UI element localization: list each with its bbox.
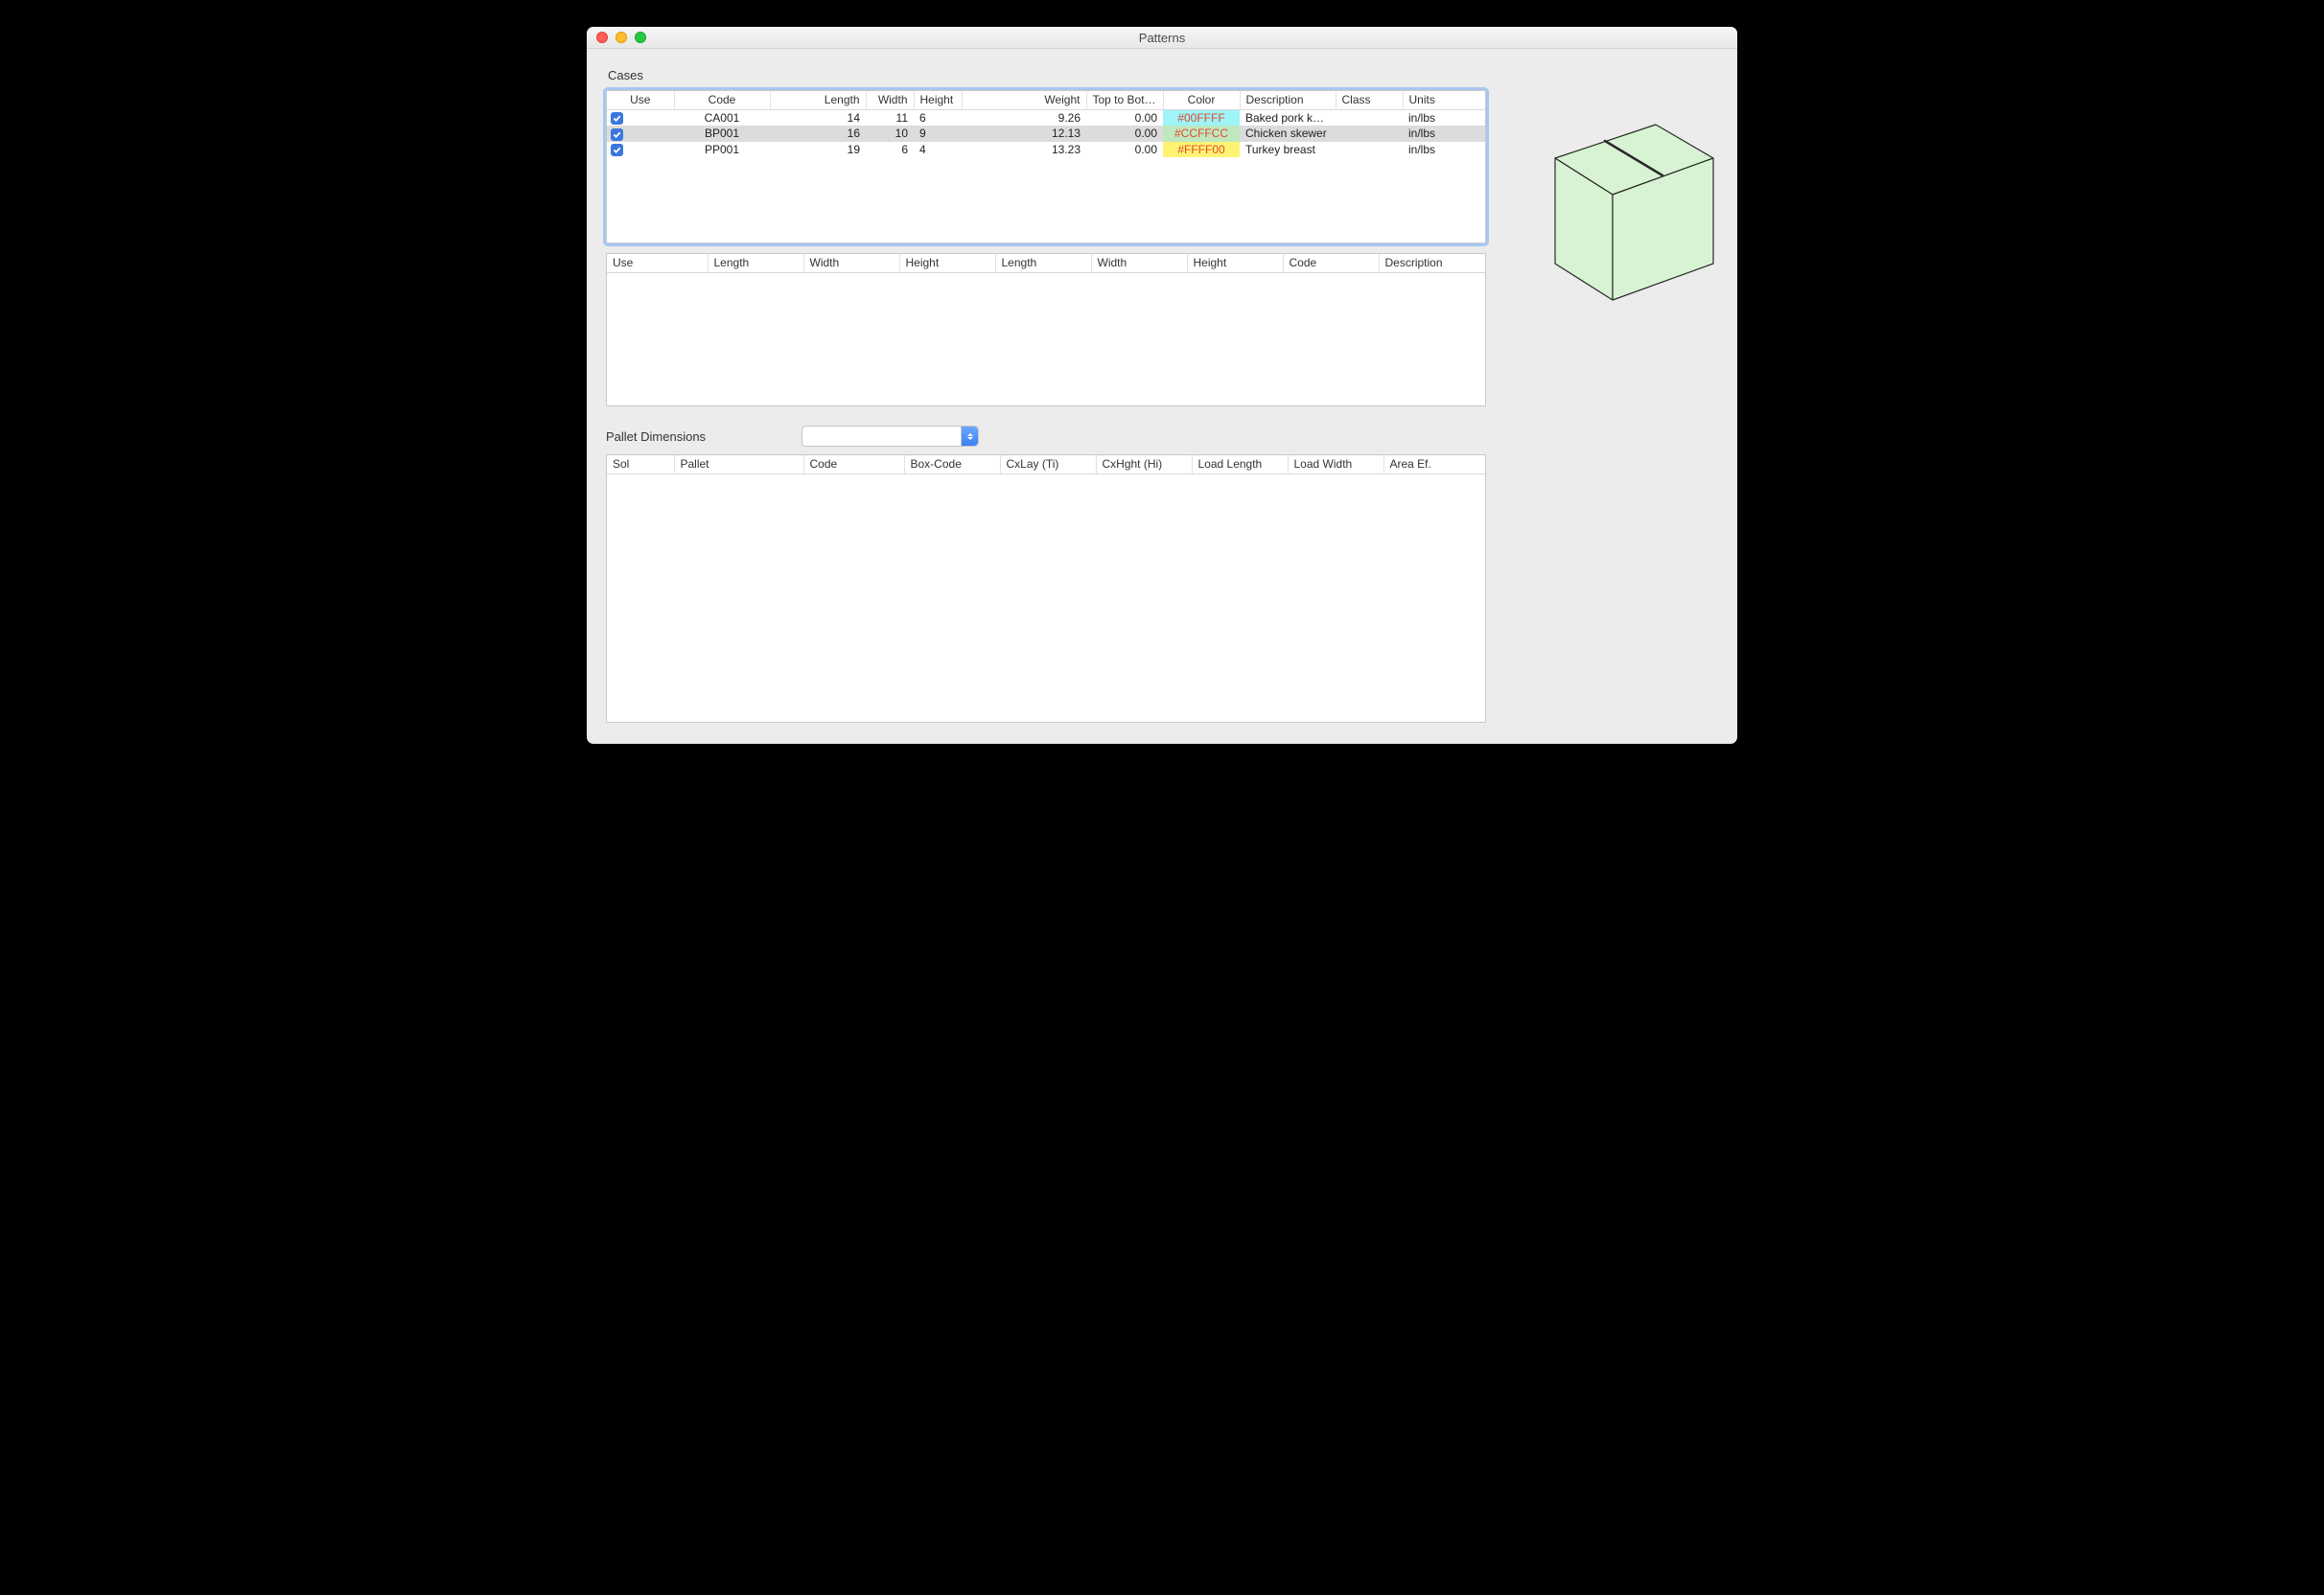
col3-boxcode[interactable]: Box-Code <box>904 455 1000 474</box>
cell-width: 10 <box>866 126 914 141</box>
col3-loadlen[interactable]: Load Length <box>1192 455 1288 474</box>
col2-width[interactable]: Width <box>803 254 899 273</box>
cell-code: PP001 <box>674 142 770 157</box>
cell-code: CA001 <box>674 110 770 127</box>
col2-length2[interactable]: Length <box>995 254 1091 273</box>
col-color[interactable]: Color <box>1163 91 1240 110</box>
checkbox-icon[interactable] <box>611 144 623 156</box>
updown-icon <box>961 427 978 446</box>
cell-use[interactable] <box>607 110 674 127</box>
cell-class <box>1336 142 1403 157</box>
cell-width: 6 <box>866 142 914 157</box>
case-preview-icon <box>1498 110 1718 321</box>
cell-length: 16 <box>770 126 866 141</box>
cell-weight: 12.13 <box>962 126 1086 141</box>
col2-width2[interactable]: Width <box>1091 254 1187 273</box>
cell-description: Chicken skewer <box>1240 126 1336 141</box>
col-weight[interactable]: Weight <box>962 91 1086 110</box>
cell-color: #CCFFCC <box>1163 126 1240 141</box>
col3-pallet[interactable]: Pallet <box>674 455 803 474</box>
cell-weight: 13.23 <box>962 142 1086 157</box>
table-row[interactable]: CA001141169.260.00#00FFFFBaked pork knuc… <box>607 110 1486 127</box>
col-description[interactable]: Description <box>1240 91 1336 110</box>
checkbox-icon[interactable] <box>611 128 623 141</box>
cell-topbott: 0.00 <box>1086 126 1163 141</box>
cell-color: #FFFF00 <box>1163 142 1240 157</box>
cell-weight: 9.26 <box>962 110 1086 127</box>
table-row[interactable]: BP0011610912.130.00#CCFFCCChicken skewer… <box>607 126 1486 141</box>
col3-areaef[interactable]: Area Ef. <box>1383 455 1486 474</box>
window-traffic-lights <box>587 32 646 43</box>
pallet-label: Pallet Dimensions <box>606 429 706 444</box>
cell-class <box>1336 110 1403 127</box>
table-row[interactable]: PP001196413.230.00#FFFF00Turkey breast in… <box>607 142 1486 157</box>
cell-width: 11 <box>866 110 914 127</box>
cell-code: BP001 <box>674 126 770 141</box>
cell-class <box>1336 126 1403 141</box>
pallet-table-panel[interactable]: Sol Pallet Code Box-Code CxLay (Ti) CxHg… <box>606 454 1486 723</box>
cell-topbott: 0.00 <box>1086 142 1163 157</box>
col3-loadwid[interactable]: Load Width <box>1288 455 1383 474</box>
col-length[interactable]: Length <box>770 91 866 110</box>
window-title: Patterns <box>587 31 1737 45</box>
secondary-table-panel[interactable]: Use Length Width Height Length Width Hei… <box>606 253 1486 406</box>
col2-length[interactable]: Length <box>708 254 803 273</box>
cell-topbott: 0.00 <box>1086 110 1163 127</box>
col3-sol[interactable]: Sol <box>607 455 674 474</box>
cases-label: Cases <box>608 68 1486 82</box>
cases-table-panel[interactable]: Use Code Length Width Height Weight Top … <box>606 90 1486 243</box>
col-width[interactable]: Width <box>866 91 914 110</box>
cell-length: 14 <box>770 110 866 127</box>
cell-units: in/lbs <box>1403 142 1486 157</box>
cell-height: 4 <box>914 142 962 157</box>
cell-units: in/lbs <box>1403 126 1486 141</box>
col3-code[interactable]: Code <box>803 455 904 474</box>
col2-description[interactable]: Description <box>1379 254 1486 273</box>
col2-height[interactable]: Height <box>899 254 995 273</box>
cell-description: Baked pork knuc... <box>1240 110 1336 127</box>
col-height[interactable]: Height <box>914 91 962 110</box>
cell-use[interactable] <box>607 126 674 141</box>
pallet-select-value <box>802 427 961 446</box>
cell-description: Turkey breast <box>1240 142 1336 157</box>
cell-color: #00FFFF <box>1163 110 1240 127</box>
minimize-icon[interactable] <box>616 32 627 43</box>
cell-length: 19 <box>770 142 866 157</box>
app-window: Patterns Cases <box>587 27 1737 744</box>
pallet-select[interactable] <box>802 426 979 447</box>
col-code[interactable]: Code <box>674 91 770 110</box>
col2-code[interactable]: Code <box>1283 254 1379 273</box>
col-use[interactable]: Use <box>607 91 674 110</box>
col-class[interactable]: Class <box>1336 91 1403 110</box>
titlebar[interactable]: Patterns <box>587 27 1737 49</box>
secondary-table[interactable]: Use Length Width Height Length Width Hei… <box>607 254 1486 369</box>
col-topbott[interactable]: Top to Bott... <box>1086 91 1163 110</box>
col2-use[interactable]: Use <box>607 254 708 273</box>
cell-height: 6 <box>914 110 962 127</box>
cell-use[interactable] <box>607 142 674 157</box>
checkbox-icon[interactable] <box>611 112 623 125</box>
col2-height2[interactable]: Height <box>1187 254 1283 273</box>
col3-cxlay[interactable]: CxLay (Ti) <box>1000 455 1096 474</box>
cell-units: in/lbs <box>1403 110 1486 127</box>
pallet-table[interactable]: Sol Pallet Code Box-Code CxLay (Ti) CxHg… <box>607 455 1486 714</box>
close-icon[interactable] <box>596 32 608 43</box>
col-units[interactable]: Units <box>1403 91 1486 110</box>
cases-table[interactable]: Use Code Length Width Height Weight Top … <box>607 91 1486 243</box>
col3-cxhght[interactable]: CxHght (Hi) <box>1096 455 1192 474</box>
zoom-icon[interactable] <box>635 32 646 43</box>
cell-height: 9 <box>914 126 962 141</box>
